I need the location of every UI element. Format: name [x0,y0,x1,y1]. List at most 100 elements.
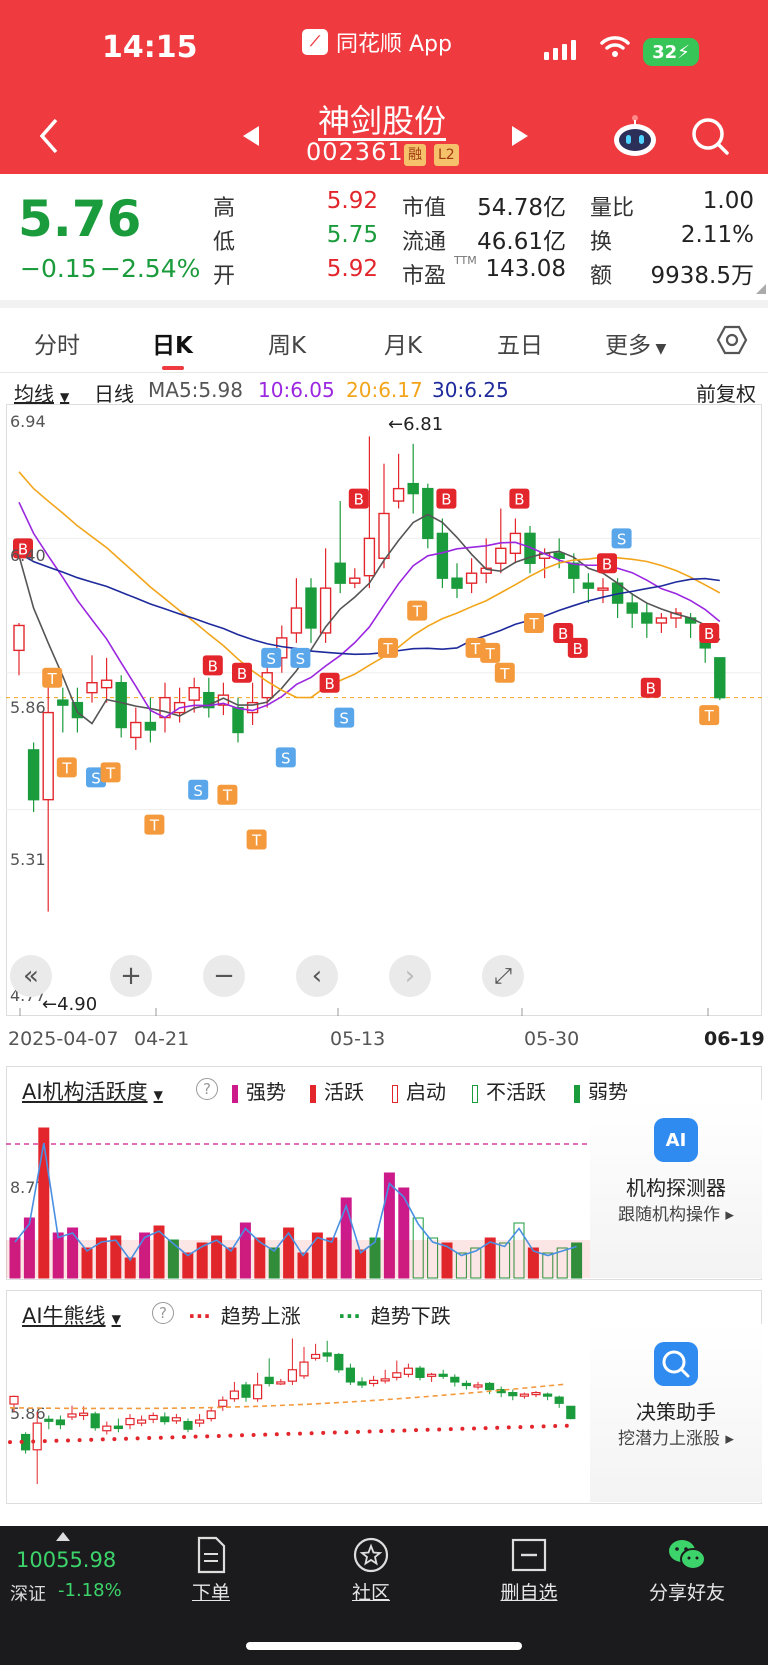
ma-selector[interactable]: 均线 ▼ [14,378,69,407]
next-stock-icon[interactable] [510,124,530,148]
mini-candle-body [90,1413,100,1429]
candle-body [641,612,653,624]
mini-candle-body [311,1353,321,1359]
fullscreen-button[interactable]: ⤢ [482,955,524,997]
nav-community[interactable]: 社区 [316,1536,426,1605]
signal-marker-label: T [704,707,715,725]
volratio-value: 1.00 [702,188,754,214]
amount-label: 额 [590,264,613,289]
battery-level: 32 [652,41,678,63]
tab-more-label: 更多 [605,333,651,359]
tab-more[interactable]: 更多 ▼ [605,326,666,360]
trend-up-dot [448,1427,453,1432]
tab-weekly-k[interactable]: 周K [268,326,306,360]
zoom-out-button[interactable]: − [203,955,245,997]
ma20-value: 20:6.17 [346,378,423,402]
trend-up-dot [390,1428,395,1433]
candle-body [378,512,390,559]
tab-five-day[interactable]: 五日 [497,326,543,360]
signal-marker-label: B [704,625,714,643]
mini-candle-body [334,1353,344,1371]
mini-candle-body [427,1373,437,1377]
signal-marker-label: B [602,555,612,573]
index-value[interactable]: 10055.98 [16,1548,116,1572]
candle-body [436,532,449,579]
prev-stock-icon[interactable] [241,124,261,148]
price-change: −0.15 [20,254,97,283]
adjust-mode[interactable]: 前复权 [696,378,756,407]
detector-title: 机构探测器 [626,1176,726,1200]
pe-label: 市盈 [402,264,447,289]
signal-marker-label: S [91,769,101,787]
signal-marker-label: S [266,650,276,668]
home-indicator [246,1642,522,1650]
mini-candle-body [195,1419,205,1424]
trend-up-dot [518,1425,523,1430]
mini-candle-body [183,1420,193,1430]
search-icon[interactable] [690,116,730,156]
nav-order[interactable]: 下单 [156,1536,266,1605]
trend-up-dot [298,1431,302,1436]
margin-tag: 融 [404,144,426,166]
scroll-left-button[interactable]: ‹ [296,955,338,997]
candle-body [349,577,361,584]
expand-corner-icon[interactable] [756,284,766,294]
candle-body [130,721,142,739]
date-label: 06-19 [704,1028,765,1050]
mini-candle-body [380,1378,390,1382]
tab-intraday[interactable]: 分时 [34,326,80,360]
nav-order-label: 下单 [191,1582,230,1604]
trend-up-dot [402,1428,407,1433]
mini-candle-body [9,1395,19,1405]
mini-candle-body [403,1367,413,1375]
expand-up-icon[interactable] [56,1532,70,1541]
status-time: 14:15 [102,30,198,65]
nav-share[interactable]: 分享好友 [632,1536,742,1605]
trend-up-dot [553,1424,558,1429]
stock-name[interactable]: 神剑股份 [318,96,446,142]
mini-candle-body [67,1413,77,1418]
jump-start-button[interactable]: « [10,955,52,997]
app-name: 同花顺 App [336,32,452,57]
signal-marker-label: T [47,670,58,688]
mini-candle-body [102,1425,112,1432]
trend-up-dot [472,1426,476,1431]
float-value: 46.61亿 [477,229,566,255]
trend-up-dot [147,1436,152,1441]
signal-marker-label: T [251,832,262,850]
trend-up-dot [8,1440,12,1445]
trend-up-dot [216,1433,221,1438]
mini-candle-body [519,1393,530,1397]
tab-daily-k[interactable]: 日K [152,326,193,360]
help-icon[interactable]: ? [152,1302,174,1324]
trend-up-dot [19,1439,24,1444]
mini-candle-body [32,1422,42,1451]
caret-down-icon: ▼ [60,390,70,404]
app-logo-icon: ⟋ [302,29,328,55]
zoom-in-button[interactable]: + [110,955,152,997]
candle-body [363,537,376,577]
mini-candle-body [229,1390,239,1400]
bull-bear-canvas [8,1338,576,1485]
trend-up-dot [530,1424,534,1429]
scroll-right-button[interactable]: › [389,955,431,997]
trend-up-dot [228,1433,233,1438]
mini-candle-body [148,1414,158,1420]
mini-candle-body [554,1396,564,1404]
robot-assistant-icon[interactable] [612,112,658,158]
back-icon[interactable] [36,116,62,156]
candle-body [86,682,98,694]
trend-up-dot [286,1431,291,1436]
signal-marker-label: T [470,640,481,658]
nav-community-label: 社区 [351,1582,390,1604]
settings-hexagon-icon[interactable] [716,324,748,356]
candle-body [626,602,638,614]
assistant-subtitle: 挖潜力上涨股 ▸ [618,1429,734,1449]
tab-monthly-k[interactable]: 月K [384,326,422,360]
nav-remove-watchlist[interactable]: 删自选 [474,1536,584,1605]
trend-up-dot [495,1425,500,1430]
trend-up-dot [100,1437,105,1442]
mini-candle-body [44,1418,54,1422]
signal-marker-label: B [208,657,218,675]
help-icon[interactable]: ? [196,1078,218,1100]
